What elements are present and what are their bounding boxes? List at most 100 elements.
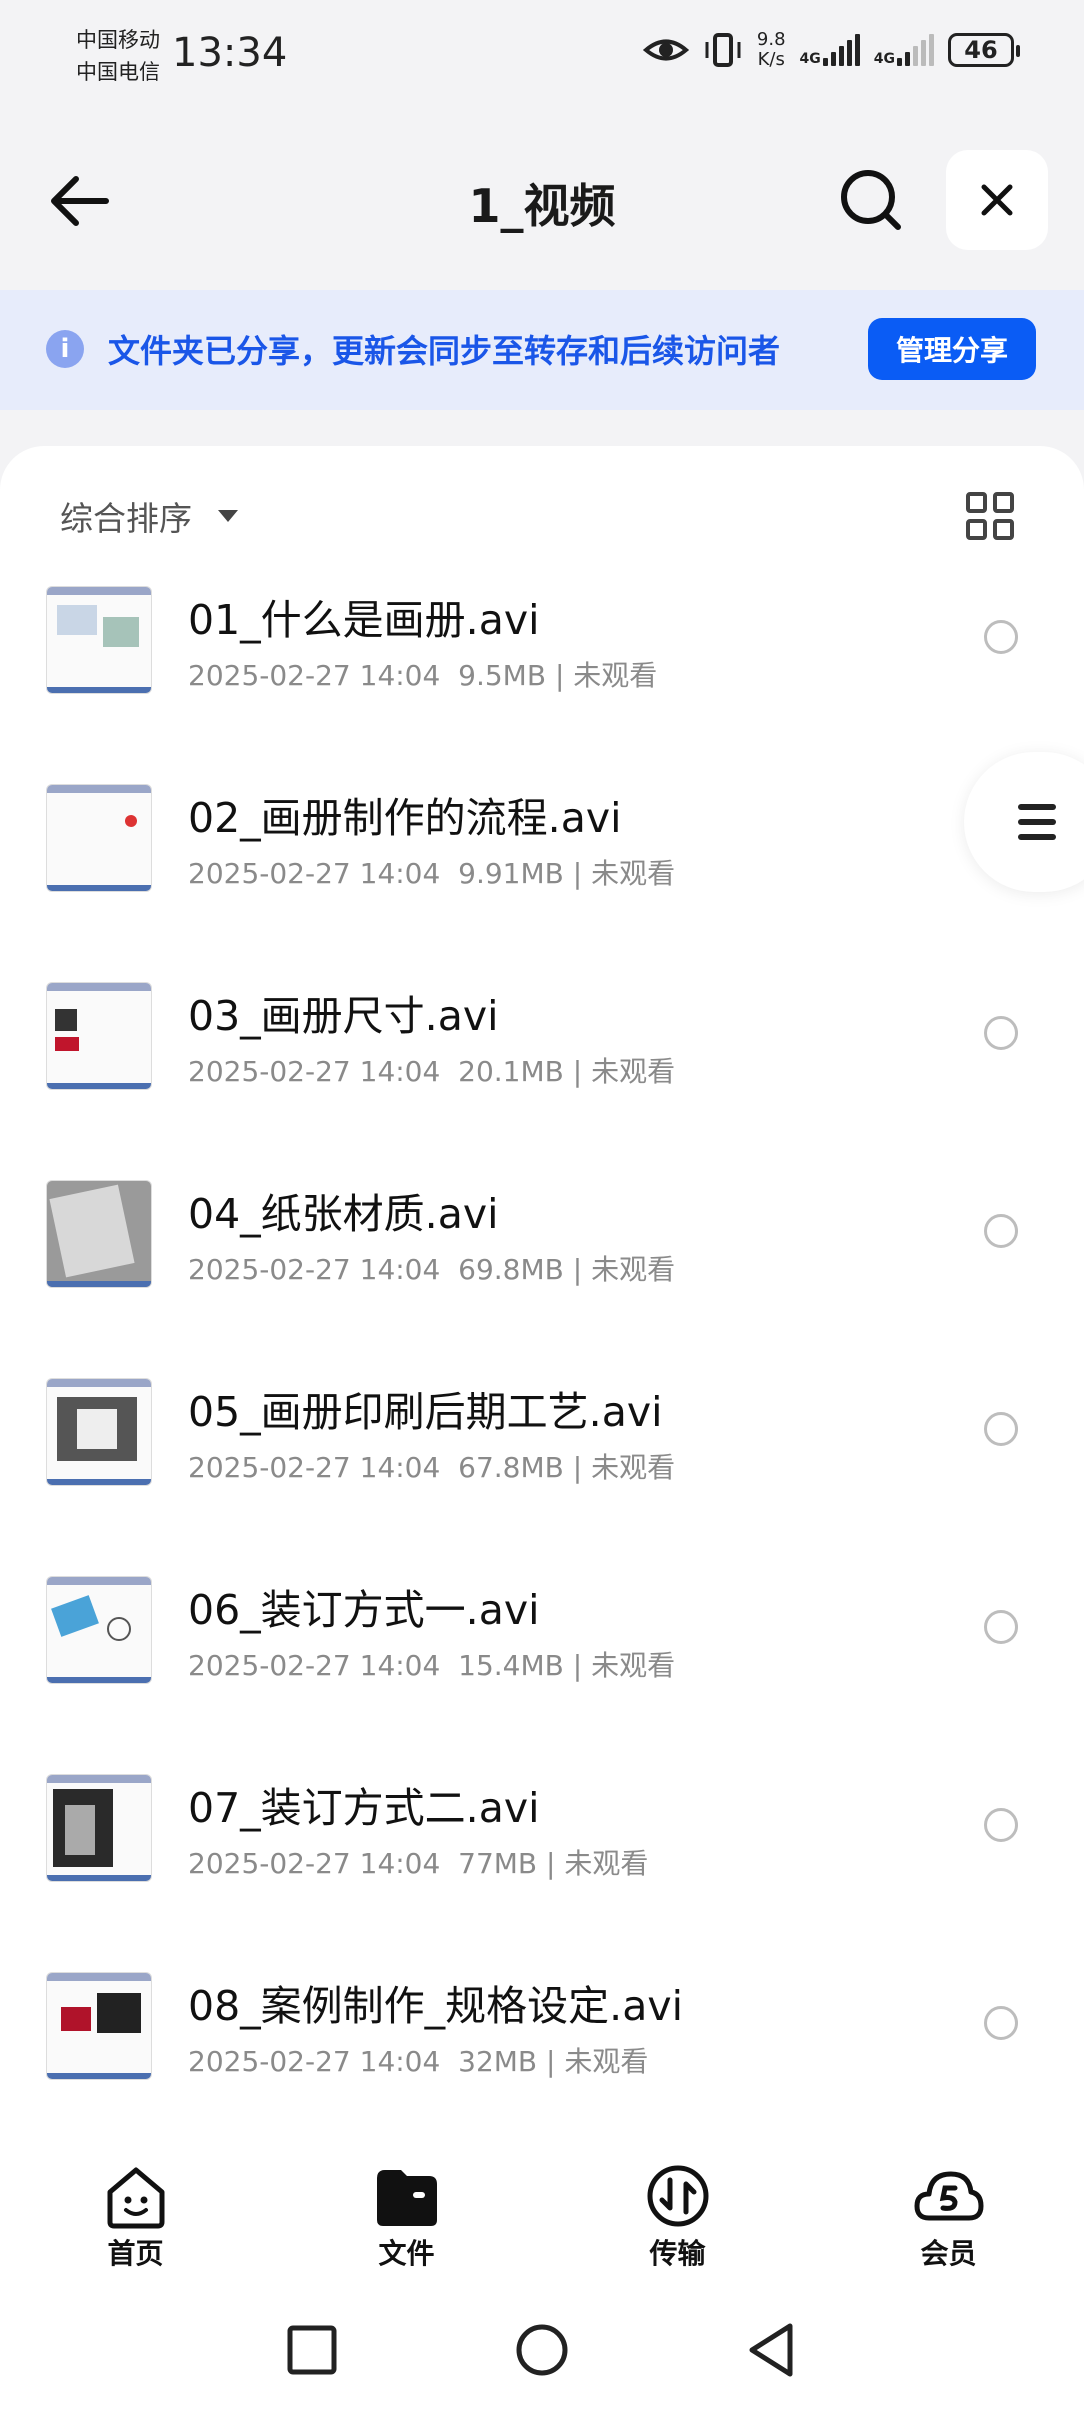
share-banner-text: 文件夹已分享，更新会同步至转存和后续访问者 (108, 332, 781, 370)
file-date: 2025-02-27 14:04 (188, 857, 441, 890)
transfer-icon (647, 2165, 708, 2227)
file-panel: 综合排序 01_什么是画册.avi 2025-02-27 14:04 9.5MB… (0, 446, 1084, 2146)
carrier-labels: 中国移动 中国电信 (76, 24, 160, 88)
net-speed-unit: K/s (757, 49, 785, 70)
recents-square-icon[interactable] (282, 2320, 342, 2380)
back-triangle-icon[interactable] (742, 2320, 802, 2380)
watch-status: 未观看 (564, 2045, 649, 2078)
file-date: 2025-02-27 14:04 (188, 1253, 441, 1286)
select-radio[interactable] (984, 2006, 1018, 2040)
clock: 13:34 (172, 30, 288, 76)
file-date: 2025-02-27 14:04 (188, 1451, 441, 1484)
file-meta: 2025-02-27 14:04 67.8MB | 未观看 (188, 1451, 676, 1484)
sort-label: 综合排序 (60, 499, 192, 538)
file-meta: 2025-02-27 14:04 69.8MB | 未观看 (188, 1253, 676, 1286)
watch-status: 未观看 (564, 1847, 649, 1880)
file-name: 07_装订方式二.avi (188, 1784, 540, 1832)
carrier-2: 中国电信 (76, 60, 160, 84)
file-meta: 2025-02-27 14:04 20.1MB | 未观看 (188, 1055, 676, 1088)
video-thumbnail (46, 586, 152, 694)
select-radio[interactable] (984, 620, 1018, 654)
bottom-nav: 首页 文件 传输 会员 (0, 2130, 1084, 2280)
header: 1_视频 (0, 140, 1084, 260)
file-size: 77MB (458, 1847, 538, 1880)
file-meta: 2025-02-27 14:04 9.91MB | 未观看 (188, 857, 676, 890)
home-circle-icon[interactable] (512, 2320, 572, 2380)
sort-dropdown[interactable]: 综合排序 (60, 492, 238, 540)
nav-label: 传输 (649, 2237, 706, 2270)
file-meta: 2025-02-27 14:04 15.4MB | 未观看 (188, 1649, 676, 1682)
file-name: 02_画册制作的流程.avi (188, 794, 622, 842)
select-radio[interactable] (984, 1808, 1018, 1842)
watch-status: 未观看 (573, 659, 658, 692)
network-type-1: 4G (799, 51, 821, 67)
vibrate-icon (705, 33, 741, 67)
share-banner: i 文件夹已分享，更新会同步至转存和后续访问者 管理分享 (0, 290, 1084, 410)
folder-icon (376, 2170, 437, 2226)
nav-label: 会员 (920, 2237, 977, 2270)
close-button[interactable] (946, 150, 1048, 250)
video-thumbnail (46, 1774, 152, 1882)
carrier-1: 中国移动 (76, 28, 160, 52)
nav-label: 文件 (378, 2237, 435, 2270)
watch-status: 未观看 (591, 1451, 676, 1484)
file-item[interactable]: 03_画册尺寸.avi 2025-02-27 14:04 20.1MB | 未观… (0, 982, 1084, 1180)
file-item[interactable]: 05_画册印刷后期工艺.avi 2025-02-27 14:04 67.8MB … (0, 1378, 1084, 1576)
grid-view-button[interactable] (966, 492, 1014, 540)
nav-transfer[interactable]: 传输 (542, 2130, 813, 2280)
network-type-2: 4G (873, 51, 895, 67)
file-meta: 2025-02-27 14:04 32MB | 未观看 (188, 2045, 649, 2078)
video-thumbnail (46, 1972, 152, 2080)
search-icon (841, 170, 901, 230)
battery-indicator: 46 (948, 33, 1020, 67)
watch-status: 未观看 (591, 1649, 676, 1682)
file-size: 20.1MB (458, 1055, 564, 1088)
home-smile-icon (107, 2167, 164, 2229)
file-item[interactable]: 07_装订方式二.avi 2025-02-27 14:04 77MB | 未观看 (0, 1774, 1084, 1972)
grid-cell (993, 519, 1014, 540)
file-name: 04_纸张材质.avi (188, 1190, 499, 1238)
signal-1: 4G (800, 34, 860, 66)
status-icons: 9.8 K/s 4G 4G 46 (642, 29, 1020, 70)
nav-vip[interactable]: 会员 (813, 2130, 1084, 2280)
nav-label: 首页 (107, 2237, 164, 2270)
watch-status: 未观看 (591, 857, 676, 890)
file-name: 03_画册尺寸.avi (188, 992, 499, 1040)
video-thumbnail (46, 982, 152, 1090)
net-speed-value: 9.8 (756, 29, 786, 50)
video-thumbnail (46, 1576, 152, 1684)
search-button[interactable] (836, 165, 906, 235)
system-nav-bar (0, 2280, 1084, 2412)
file-date: 2025-02-27 14:04 (188, 659, 441, 692)
file-item[interactable]: 01_什么是画册.avi 2025-02-27 14:04 9.5MB | 未观… (0, 586, 1084, 784)
nav-home[interactable]: 首页 (0, 2130, 271, 2280)
select-radio[interactable] (984, 1412, 1018, 1446)
file-size: 15.4MB (458, 1649, 564, 1682)
file-meta: 2025-02-27 14:04 77MB | 未观看 (188, 1847, 649, 1880)
caret-down-icon (218, 510, 238, 522)
file-meta: 2025-02-27 14:04 9.5MB | 未观看 (188, 659, 658, 692)
file-size: 9.91MB (458, 857, 564, 890)
file-date: 2025-02-27 14:04 (188, 1055, 441, 1088)
select-radio[interactable] (984, 1214, 1018, 1248)
eye-icon (642, 39, 689, 61)
file-item[interactable]: 04_纸张材质.avi 2025-02-27 14:04 69.8MB | 未观… (0, 1180, 1084, 1378)
file-size: 69.8MB (458, 1253, 564, 1286)
grid-cell (966, 492, 987, 513)
file-item[interactable]: 02_画册制作的流程.avi 2025-02-27 14:04 9.91MB |… (0, 784, 1084, 982)
select-radio[interactable] (984, 1610, 1018, 1644)
file-date: 2025-02-27 14:04 (188, 2045, 441, 2078)
select-radio[interactable] (984, 1016, 1018, 1050)
page-title: 1_视频 (468, 179, 616, 233)
file-size: 67.8MB (458, 1451, 564, 1484)
file-item[interactable]: 06_装订方式一.avi 2025-02-27 14:04 15.4MB | 未… (0, 1576, 1084, 1774)
info-icon: i (46, 330, 84, 368)
nav-files[interactable]: 文件 (271, 2130, 542, 2280)
vip-cloud-icon (914, 2171, 983, 2221)
manage-share-button[interactable]: 管理分享 (868, 318, 1036, 380)
close-icon (981, 184, 1013, 216)
status-bar: 中国移动 中国电信 13:34 9.8 K/s 4G 4G 46 (0, 0, 1084, 110)
file-list: 01_什么是画册.avi 2025-02-27 14:04 9.5MB | 未观… (0, 586, 1084, 2170)
video-thumbnail (46, 1180, 152, 1288)
file-name: 08_案例制作_规格设定.avi (188, 1982, 683, 2030)
